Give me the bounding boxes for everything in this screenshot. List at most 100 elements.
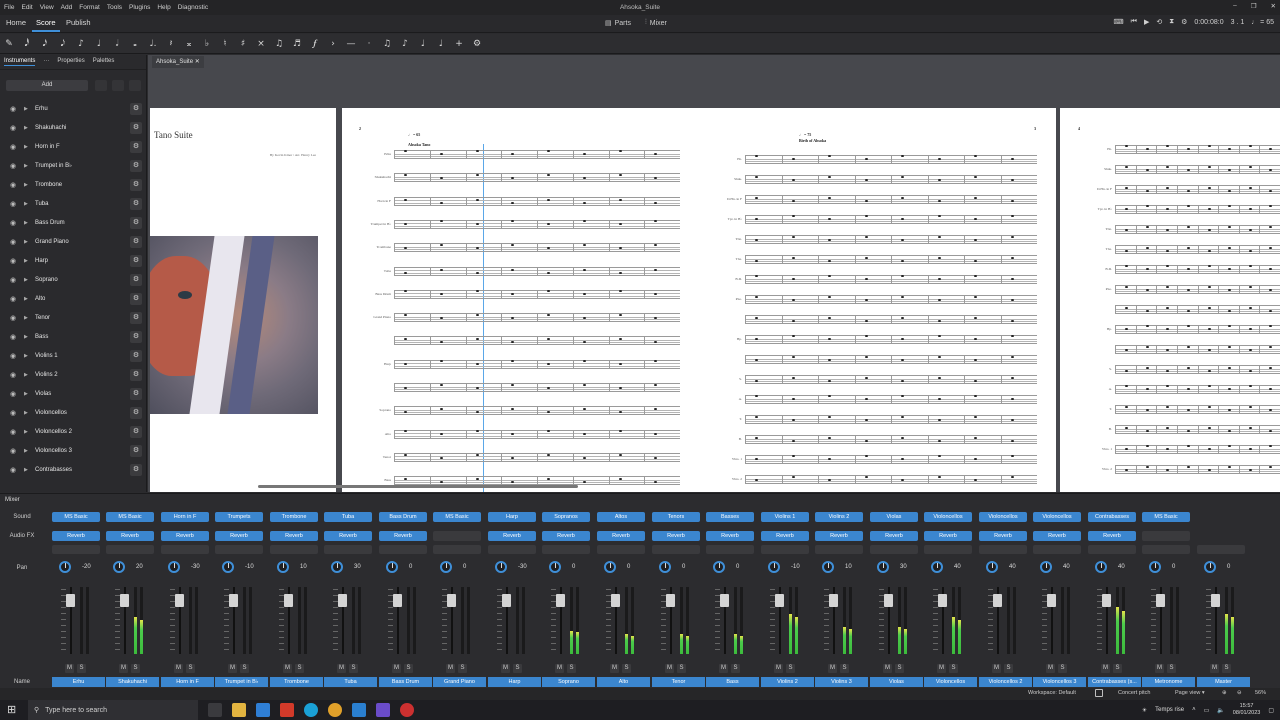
pan-value[interactable]: 0 (736, 564, 739, 570)
document-tab[interactable]: Ahsoka_Suite ✕ (152, 56, 204, 68)
note-tool-14[interactable]: × (255, 39, 267, 49)
visibility-eye-icon[interactable]: ◉ (9, 181, 17, 189)
note-tool-26[interactable]: ⚙ (471, 39, 483, 49)
pan-knob[interactable] (713, 561, 725, 573)
instrument-settings-icon[interactable]: ⚙ (130, 216, 142, 229)
note-tool-11[interactable]: ♭ (201, 39, 213, 49)
pan-value[interactable]: -10 (791, 564, 800, 570)
audio-fx-slot-2[interactable] (652, 545, 700, 554)
move-up-button[interactable] (95, 80, 107, 91)
audio-fx-slot-2[interactable] (761, 545, 809, 554)
expand-chevron-icon[interactable]: ▶ (24, 201, 30, 207)
audio-fx-slot[interactable]: Reverb (270, 531, 318, 541)
delete-button[interactable] (129, 80, 141, 91)
note-tool-7[interactable]: 𝅝 (129, 39, 141, 49)
mute-button[interactable]: M (174, 664, 183, 673)
sound-selector[interactable]: MS Basic (433, 512, 481, 522)
sound-selector[interactable]: Violins 2 (815, 512, 863, 522)
audio-fx-slot[interactable]: Reverb (106, 531, 154, 541)
audio-fx-slot[interactable]: Reverb (870, 531, 918, 541)
menu-view[interactable]: View (40, 4, 54, 11)
expand-chevron-icon[interactable]: ▶ (24, 163, 30, 169)
pan-value[interactable]: -30 (518, 564, 527, 570)
note-tool-18[interactable]: › (327, 39, 339, 49)
move-down-button[interactable] (112, 80, 124, 91)
mute-button[interactable]: M (1046, 664, 1055, 673)
instrument-row[interactable]: ◉ ▶ Harp ⚙ (0, 251, 147, 270)
acrobat-icon[interactable] (280, 703, 294, 717)
instrument-settings-icon[interactable]: ⚙ (130, 235, 142, 248)
sound-selector[interactable]: Trombone (270, 512, 318, 522)
volume-fader-handle[interactable] (993, 594, 1002, 607)
volume-fader-handle[interactable] (666, 594, 675, 607)
instrument-row[interactable]: ◉ ▶ Tuba ⚙ (0, 194, 147, 213)
instrument-settings-icon[interactable]: ⚙ (130, 444, 142, 457)
volume-fader-handle[interactable] (447, 594, 456, 607)
note-tool-15[interactable]: ♫ (273, 39, 285, 49)
mute-button[interactable]: M (501, 664, 510, 673)
menu-diagnostic[interactable]: Diagnostic (178, 4, 208, 11)
instrument-row[interactable]: ◉ ▶ Violins 2 ⚙ (0, 365, 147, 384)
tab-score[interactable]: Score (32, 18, 60, 32)
audio-fx-slot[interactable]: Reverb (52, 531, 100, 541)
pan-knob[interactable] (822, 561, 834, 573)
sound-selector[interactable]: Basses (706, 512, 754, 522)
volume-fader-handle[interactable] (884, 594, 893, 607)
sound-selector[interactable]: Harp (488, 512, 536, 522)
panel-tab-palettes[interactable]: Palettes (93, 58, 115, 66)
pan-knob[interactable] (59, 561, 71, 573)
mute-button[interactable]: M (392, 664, 401, 673)
vscode-icon[interactable] (352, 703, 366, 717)
solo-button[interactable]: S (567, 664, 576, 673)
instrument-row[interactable]: ◉ ▶ Bass ⚙ (0, 327, 147, 346)
note-tool-20[interactable]: · (363, 39, 375, 49)
expand-chevron-icon[interactable]: ▶ (24, 391, 30, 397)
expand-chevron-icon[interactable]: ▶ (24, 182, 30, 188)
volume-fader-handle[interactable] (829, 594, 838, 607)
instrument-settings-icon[interactable]: ⚙ (130, 102, 142, 115)
visibility-eye-icon[interactable]: ◉ (9, 390, 17, 398)
instrument-settings-icon[interactable]: ⚙ (130, 387, 142, 400)
pan-value[interactable]: 30 (900, 564, 907, 570)
volume-fader-handle[interactable] (338, 594, 347, 607)
volume-fader-handle[interactable] (502, 594, 511, 607)
volume-fader-handle[interactable] (120, 594, 129, 607)
audio-fx-slot[interactable]: Reverb (542, 531, 590, 541)
midi-input-icon[interactable]: ⌨ (1114, 18, 1124, 26)
notifications-icon[interactable]: ▢ (1268, 707, 1274, 714)
audio-fx-slot-2[interactable] (52, 545, 100, 554)
solo-button[interactable]: S (895, 664, 904, 673)
expand-chevron-icon[interactable]: ▶ (24, 144, 30, 150)
rehearsal-section[interactable]: Birth of Ahsoka (799, 138, 826, 143)
instrument-row[interactable]: ◉ ▶ Horn in F ⚙ (0, 137, 147, 156)
volume-fader-handle[interactable] (229, 594, 238, 607)
instrument-row[interactable]: ◉ ▶ Contrabasses ⚙ (0, 460, 147, 479)
visibility-eye-icon[interactable]: ◉ (9, 124, 17, 132)
audio-fx-slot[interactable]: Reverb (379, 531, 427, 541)
audio-fx-slot[interactable]: Reverb (979, 531, 1027, 541)
pan-value[interactable]: 10 (300, 564, 307, 570)
note-tool-8[interactable]: ♩. (147, 39, 159, 49)
sound-selector[interactable]: Contrabasses (1088, 512, 1136, 522)
rehearsal-section[interactable]: Ahsoka Tano (408, 142, 430, 147)
expand-chevron-icon[interactable]: ▶ (24, 296, 30, 302)
solo-button[interactable]: S (349, 664, 358, 673)
instrument-settings-icon[interactable]: ⚙ (130, 273, 142, 286)
sound-selector[interactable]: Violoncellos (1033, 512, 1081, 522)
parts-button[interactable]: ▤ Parts (605, 19, 631, 28)
mute-button[interactable]: M (774, 664, 783, 673)
visibility-eye-icon[interactable]: ◉ (9, 162, 17, 170)
pan-value[interactable]: 0 (463, 564, 466, 570)
solo-button[interactable]: S (1004, 664, 1013, 673)
sound-selector[interactable]: MS Basic (1142, 512, 1190, 522)
rewind-icon[interactable]: ⏮ (1131, 18, 1137, 26)
menu-add[interactable]: Add (61, 4, 73, 11)
clock[interactable]: 15:57 08/01/2023 (1233, 703, 1261, 717)
add-instrument-button[interactable]: Add (6, 80, 88, 91)
pan-value[interactable]: 0 (1172, 564, 1175, 570)
solo-button[interactable]: S (786, 664, 795, 673)
mute-button[interactable]: M (1210, 664, 1219, 673)
instrument-row[interactable]: ◉ ▶ Violins 1 ⚙ (0, 346, 147, 365)
visibility-eye-icon[interactable]: ◉ (9, 409, 17, 417)
audio-fx-slot-2[interactable] (270, 545, 318, 554)
